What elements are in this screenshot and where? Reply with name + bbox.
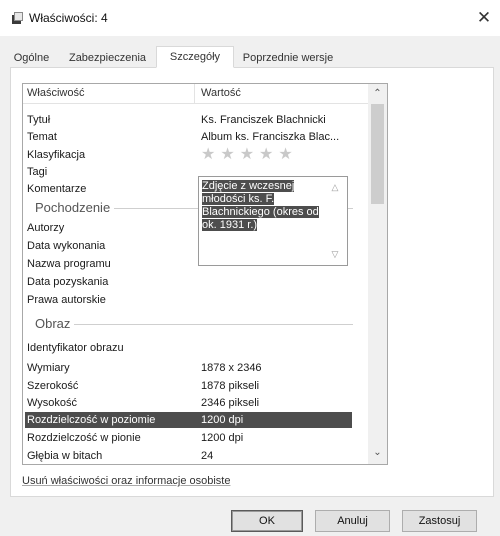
row-hres-value[interactable]: 1200 dpi <box>201 412 243 428</box>
row-vres-value[interactable]: 1200 dpi <box>201 430 243 446</box>
row-image-id-name[interactable]: Identyfikator obrazu <box>27 340 124 356</box>
row-width-name[interactable]: Szerokość <box>27 378 78 394</box>
comments-text[interactable]: Zdjęcie z wczesnej młodości ks. F. Blach… <box>202 180 330 232</box>
row-rating-name[interactable]: Klasyfikacja <box>27 147 85 163</box>
row-height-name[interactable]: Wysokość <box>27 395 77 411</box>
row-bitdepth-name[interactable]: Głębia w bitach <box>27 448 102 464</box>
scrollbar-thumb[interactable] <box>371 104 384 204</box>
row-title-value[interactable]: Ks. Franciszek Blachnicki <box>201 112 326 128</box>
group-header-image: Obraz <box>35 315 75 333</box>
comments-scroll-down-icon[interactable]: ▽ <box>329 249 341 259</box>
column-header-property[interactable]: Właściwość <box>27 84 84 104</box>
row-copyright-name[interactable]: Prawa autorskie <box>27 292 106 308</box>
row-date-taken-name[interactable]: Data wykonania <box>27 238 105 254</box>
comments-scroll-up-icon[interactable]: △ <box>329 182 341 192</box>
row-height-value[interactable]: 2346 pikseli <box>201 395 259 411</box>
window-title: Właściwości: 4 <box>29 11 108 25</box>
scroll-down-arrow-icon[interactable]: ⌄ <box>368 446 387 460</box>
column-header-value[interactable]: Wartość <box>201 84 241 104</box>
scroll-up-arrow-icon[interactable]: ⌃ <box>368 87 387 101</box>
close-button[interactable]: ✕ <box>472 7 496 29</box>
file-properties-icon <box>12 12 23 24</box>
row-bitdepth-value[interactable]: 24 <box>201 448 213 464</box>
row-program-name[interactable]: Nazwa programu <box>27 256 111 272</box>
row-comments-name[interactable]: Komentarze <box>27 181 86 197</box>
tab-previous-versions[interactable]: Poprzednie wersje <box>234 48 342 68</box>
group-header-origin: Pochodzenie <box>35 199 115 217</box>
apply-button[interactable]: Zastosuj <box>402 510 477 532</box>
comments-selected-text: Zdjęcie z wczesnej młodości ks. F. Blach… <box>202 180 319 231</box>
rating-stars[interactable]: ★★★★★ <box>201 147 298 163</box>
tab-strip: Ogólne Zabezpieczenia Szczegóły Poprzedn… <box>0 46 500 68</box>
vertical-scrollbar[interactable]: ⌃ ⌄ <box>368 84 387 464</box>
row-dimensions-value[interactable]: 1878 x 2346 <box>201 360 262 376</box>
row-dimensions-name[interactable]: Wymiary <box>27 360 70 376</box>
cancel-button[interactable]: Anuluj <box>315 510 390 532</box>
comments-edit-box[interactable]: Zdjęcie z wczesnej młodości ks. F. Blach… <box>198 176 348 266</box>
group-divider-image <box>35 324 353 325</box>
column-divider[interactable] <box>194 84 195 104</box>
row-hres-name[interactable]: Rozdzielczość w poziomie <box>27 412 155 428</box>
ok-button[interactable]: OK <box>231 510 303 532</box>
row-tags-name[interactable]: Tagi <box>27 164 47 180</box>
tab-general[interactable]: Ogólne <box>4 48 59 68</box>
close-icon: ✕ <box>476 8 492 27</box>
title-bar: Właściwości: 4 ✕ <box>0 0 500 36</box>
row-title-name[interactable]: Tytuł <box>27 112 50 128</box>
row-date-acquired-name[interactable]: Data pozyskania <box>27 274 108 290</box>
row-subject-value[interactable]: Album ks. Franciszka Blac... <box>201 129 339 145</box>
row-width-value[interactable]: 1878 pikseli <box>201 378 259 394</box>
row-subject-name[interactable]: Temat <box>27 129 57 145</box>
tab-security[interactable]: Zabezpieczenia <box>59 48 156 68</box>
row-vres-name[interactable]: Rozdzielczość w pionie <box>27 430 141 446</box>
remove-properties-link[interactable]: Usuń właściwości oraz informacje osobist… <box>22 475 230 487</box>
properties-list[interactable]: Właściwość Wartość Tytuł Ks. Franciszek … <box>22 83 388 465</box>
tab-details[interactable]: Szczegóły <box>156 46 234 68</box>
row-authors-name[interactable]: Autorzy <box>27 220 64 236</box>
